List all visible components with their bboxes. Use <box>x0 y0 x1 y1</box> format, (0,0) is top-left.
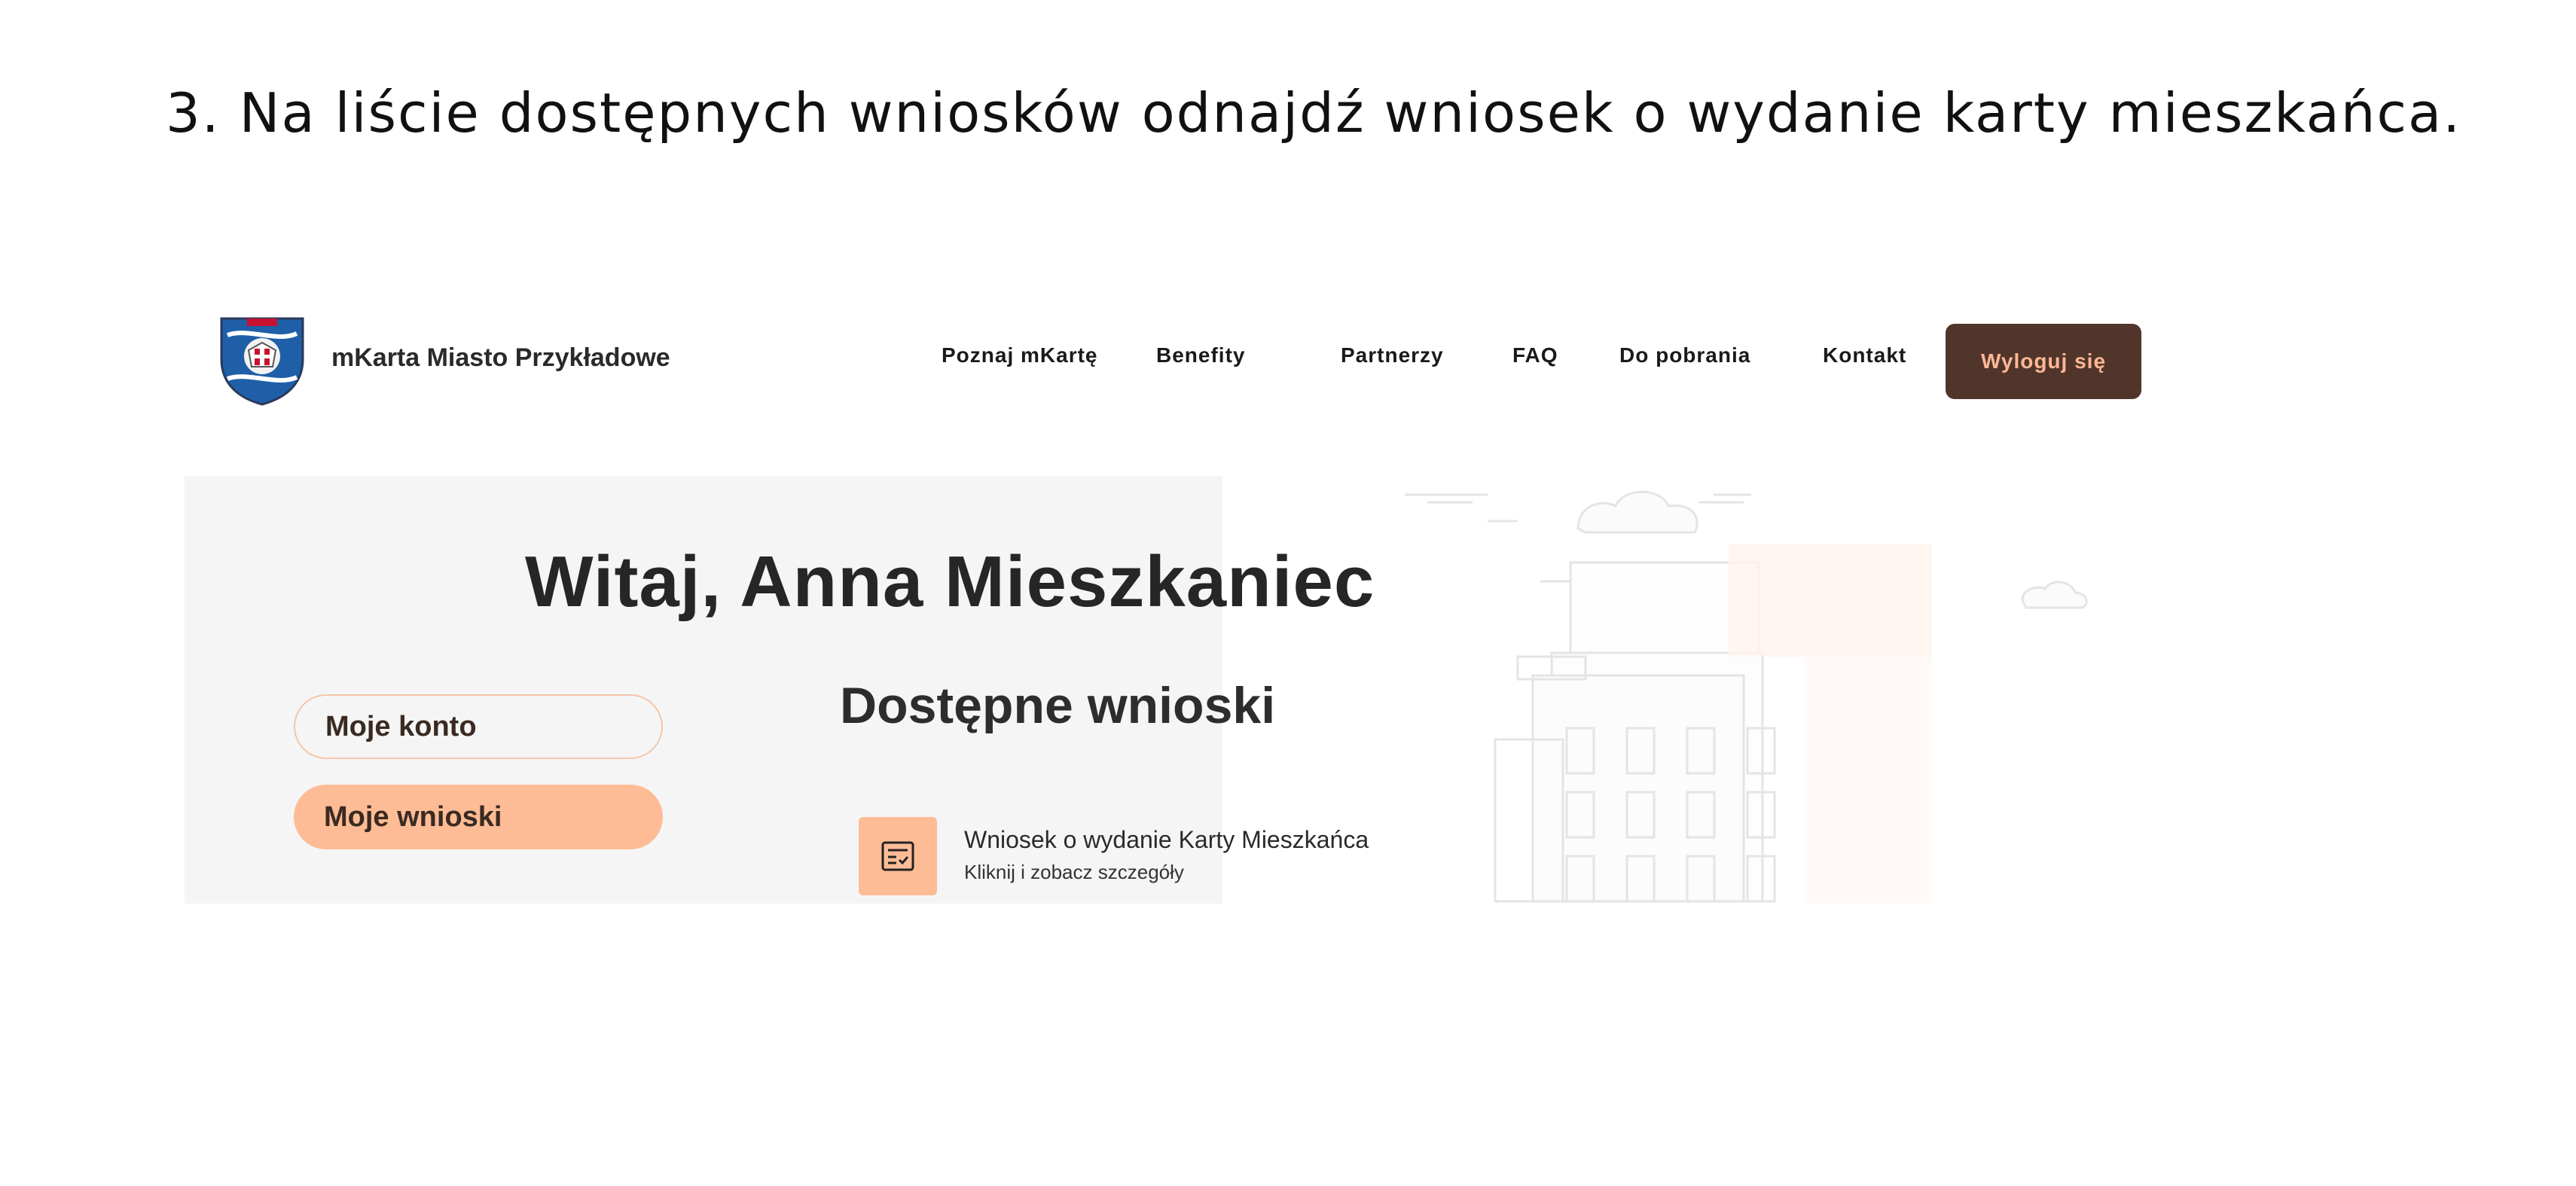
application-subtitle: Kliknij i zobacz szczegóły <box>964 861 1184 883</box>
nav-poznaj-mkarte[interactable]: Poznaj mKartę <box>942 343 1098 367</box>
nav-do-pobrania[interactable]: Do pobrania <box>1619 343 1750 367</box>
nav-kontakt[interactable]: Kontakt <box>1823 343 1906 367</box>
city-illustration <box>1405 490 2088 904</box>
nav-benefity[interactable]: Benefity <box>1156 343 1245 367</box>
application-list-item[interactable]: Wniosek o wydanie Karty Mieszkańca Klikn… <box>859 817 1401 900</box>
greeting-heading: Witaj, Anna Mieszkaniec <box>525 541 1375 622</box>
instruction-text: 3. Na liście dostępnych wniosków odnajdź… <box>166 81 2462 145</box>
app-screenshot: mKarta Miasto Przykładowe Poznaj mKartę … <box>185 286 2143 904</box>
city-coat-of-arms-logo <box>220 317 304 406</box>
form-checklist-icon <box>859 817 937 895</box>
my-applications-button[interactable]: Moje wnioski <box>294 785 663 849</box>
my-account-button[interactable]: Moje konto <box>294 694 663 759</box>
nav-partnerzy[interactable]: Partnerzy <box>1341 343 1444 367</box>
slide: 3. Na liście dostępnych wniosków odnajdź… <box>0 0 2576 1186</box>
logout-button[interactable]: Wyloguj się <box>1946 324 2141 399</box>
brand-name[interactable]: mKarta Miasto Przykładowe <box>331 343 670 373</box>
application-title: Wniosek o wydanie Karty Mieszkańca <box>964 826 1369 853</box>
available-applications-heading: Dostępne wnioski <box>840 677 1276 734</box>
nav-faq[interactable]: FAQ <box>1512 343 1558 367</box>
